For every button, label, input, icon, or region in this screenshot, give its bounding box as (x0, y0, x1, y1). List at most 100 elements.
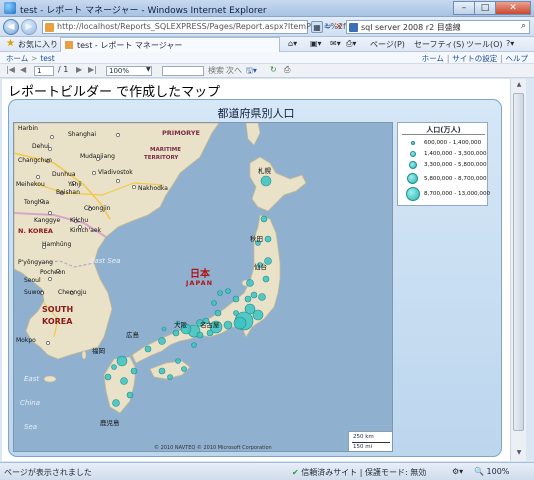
site-settings-link[interactable]: サイトの設定 (452, 54, 497, 63)
stop-icon[interactable]: ✕ (333, 21, 345, 33)
search-icon[interactable]: ⌕ (521, 21, 526, 31)
label-hamhung: Hamhŭng (42, 241, 72, 248)
tab-favicon-icon (65, 41, 73, 49)
label-pyongyang: P'yŏngyang (18, 259, 53, 266)
label-suwon: Suwon (24, 289, 44, 296)
zoom-dropdown-icon[interactable]: ▼ (146, 66, 151, 73)
report-canvas: レポートビルダー で作成したマップ 都道府県別人口 Harbin Shangha… (2, 79, 510, 461)
page-favicon-icon (45, 23, 54, 32)
mail-icon[interactable]: ✉▾ (330, 39, 341, 48)
address-toolbar: ◀ ▶ http://localhost/Reports_SQLEXPRESS/… (0, 17, 534, 37)
help-icon[interactable]: ?▾ (506, 39, 514, 48)
forward-button[interactable]: ▶ (21, 19, 37, 35)
scale-mi: 150 mi (353, 444, 373, 450)
map-copyright: © 2010 NAVTEQ © 2010 Microsoft Corporati… (154, 445, 272, 451)
label-maritime-2: TERRITORY (144, 155, 179, 161)
report-manager-breadcrumb: ホーム > test ホーム | サイトの設定 | ヘルプ (0, 52, 534, 64)
search-text: sql server 2008 r2 目盛線 (361, 23, 461, 32)
status-text: ページが表示されました (4, 468, 92, 477)
breadcrumb: ホーム > test (6, 54, 55, 63)
label-nagoya: 名古屋 (200, 321, 220, 329)
header-links: ホーム | サイトの設定 | ヘルプ (421, 54, 529, 63)
previous-page-icon[interactable]: ◀ (20, 65, 26, 74)
favorites-star-icon[interactable]: ★ (6, 38, 15, 49)
label-harbin: Harbin (18, 125, 38, 132)
zone-settings-icon[interactable]: ⚙▾ (452, 467, 463, 476)
label-hiroshima: 広島 (126, 331, 139, 339)
home-icon[interactable]: ⌂▾ (288, 39, 297, 48)
label-akita: 秋田 (250, 235, 263, 243)
trusted-zone: ✔ 信頼済みサイト | 保護モード: 無効 (292, 468, 427, 477)
find-next-link[interactable]: 次へ (226, 65, 242, 76)
label-fukuoka: 福岡 (92, 347, 105, 355)
breadcrumb-current[interactable]: test (40, 54, 54, 63)
legend-item: 5,800,000 - 8,700,000 (402, 173, 488, 185)
label-east-china-3: Sea (24, 423, 38, 431)
map-viewport[interactable]: Harbin Shanghai PRIMORYE Dehui Mudanjian… (13, 122, 393, 452)
label-nihon: 日本 (190, 269, 210, 280)
label-changchun: Changchun (18, 157, 52, 164)
legend-bubble-icon (409, 161, 417, 169)
scrollbar-thumb[interactable] (513, 93, 524, 431)
home-link[interactable]: ホーム (422, 54, 444, 63)
vertical-scrollbar[interactable]: ▲ ▼ (510, 79, 526, 461)
maximize-button[interactable]: □ (474, 1, 496, 15)
help-link[interactable]: ヘルプ (506, 54, 529, 63)
first-page-icon[interactable]: |◀ (6, 65, 15, 74)
legend-bubble-icon (407, 173, 418, 184)
refresh-report-icon[interactable]: ↻ (270, 65, 277, 74)
label-cheongju: Cheongju (58, 289, 87, 296)
search-box[interactable]: sql server 2008 r2 目盛線 ⌕ (346, 20, 530, 34)
ie-logo-icon (4, 2, 16, 14)
scroll-down-icon[interactable]: ▼ (514, 449, 524, 459)
back-button[interactable]: ◀ (3, 19, 19, 35)
label-dehui: Dehui (32, 143, 50, 150)
find-input[interactable] (162, 66, 204, 76)
label-seoul: Seoul (24, 277, 41, 284)
favorites-button[interactable]: お気に入り (18, 39, 58, 50)
label-south-korea-1: SOUTH (42, 305, 74, 314)
print-icon[interactable]: ⎙▾ (346, 39, 356, 49)
find-link[interactable]: 検索 (208, 65, 224, 76)
browser-tab[interactable]: test - レポート マネージャー (60, 37, 280, 52)
page-total: / 1 (58, 65, 69, 74)
tools-menu[interactable]: ツール(O) (466, 39, 503, 50)
export-icon[interactable]: 🖫▾ (246, 65, 257, 79)
map-title: 都道府県別人口 (217, 107, 295, 120)
next-page-icon[interactable]: ▶ (76, 65, 82, 74)
report-toolbar: |◀ ◀ 1 / 1 ▶ ▶| 100% ▼ 検索 次へ 🖫▾ ↻ ⎙ (0, 64, 534, 78)
label-primorye: PRIMORYE (162, 129, 200, 137)
zoom-level[interactable]: 🔍 100% (474, 467, 509, 476)
label-vladivostok: Vladivostok (98, 169, 133, 176)
map-frame: 都道府県別人口 Harbin Shanghai PRIMORYE Dehui M… (8, 99, 502, 457)
window-controls: – □ ✕ (453, 1, 531, 15)
label-osaka: 大阪 (174, 321, 187, 329)
label-kanggye: Kanggye (34, 217, 61, 224)
feeds-icon[interactable]: ▣▾ (310, 39, 322, 48)
page-number-input[interactable]: 1 (34, 66, 54, 76)
minimize-button[interactable]: – (453, 1, 475, 15)
label-south-korea-2: KOREA (42, 317, 73, 326)
legend-bubble-icon (411, 141, 415, 145)
label-nakhodka: Nakhodka (138, 185, 168, 192)
label-baishan: Baishan (56, 189, 80, 196)
legend-bubble-icon (406, 187, 420, 201)
safety-menu[interactable]: セーフティ(S) (414, 39, 464, 50)
close-button[interactable]: ✕ (495, 1, 531, 15)
label-shanghai: Shanghai (68, 131, 97, 138)
status-bar: ページが表示されました ✔ 信頼済みサイト | 保護モード: 無効 ⚙▾ 🔍 1… (0, 462, 534, 480)
tab-label: test - レポート マネージャー (77, 41, 183, 50)
window-title: test - レポート マネージャー - Windows Internet Ex… (20, 6, 267, 16)
search-provider-icon (349, 23, 358, 32)
print-report-icon[interactable]: ⎙ (284, 65, 290, 75)
label-mudanjiang: Mudanjiang (80, 153, 115, 160)
scroll-up-icon[interactable]: ▲ (514, 81, 524, 91)
last-page-icon[interactable]: ▶| (88, 65, 97, 74)
checkmark-icon: ✔ (292, 468, 299, 477)
address-bar[interactable]: http://localhost/Reports_SQLEXPRESS/Page… (42, 20, 361, 34)
window-title-bar: test - レポート マネージャー - Windows Internet Ex… (0, 0, 534, 17)
favorites-bar: ★ お気に入り test - レポート マネージャー ⌂▾ ▣▾ ✉▾ ⎙▾ ペ… (0, 37, 534, 52)
breadcrumb-home[interactable]: ホーム (6, 54, 28, 63)
label-yanji: Yanji (68, 181, 82, 188)
page-menu[interactable]: ページ(P) (370, 39, 405, 50)
